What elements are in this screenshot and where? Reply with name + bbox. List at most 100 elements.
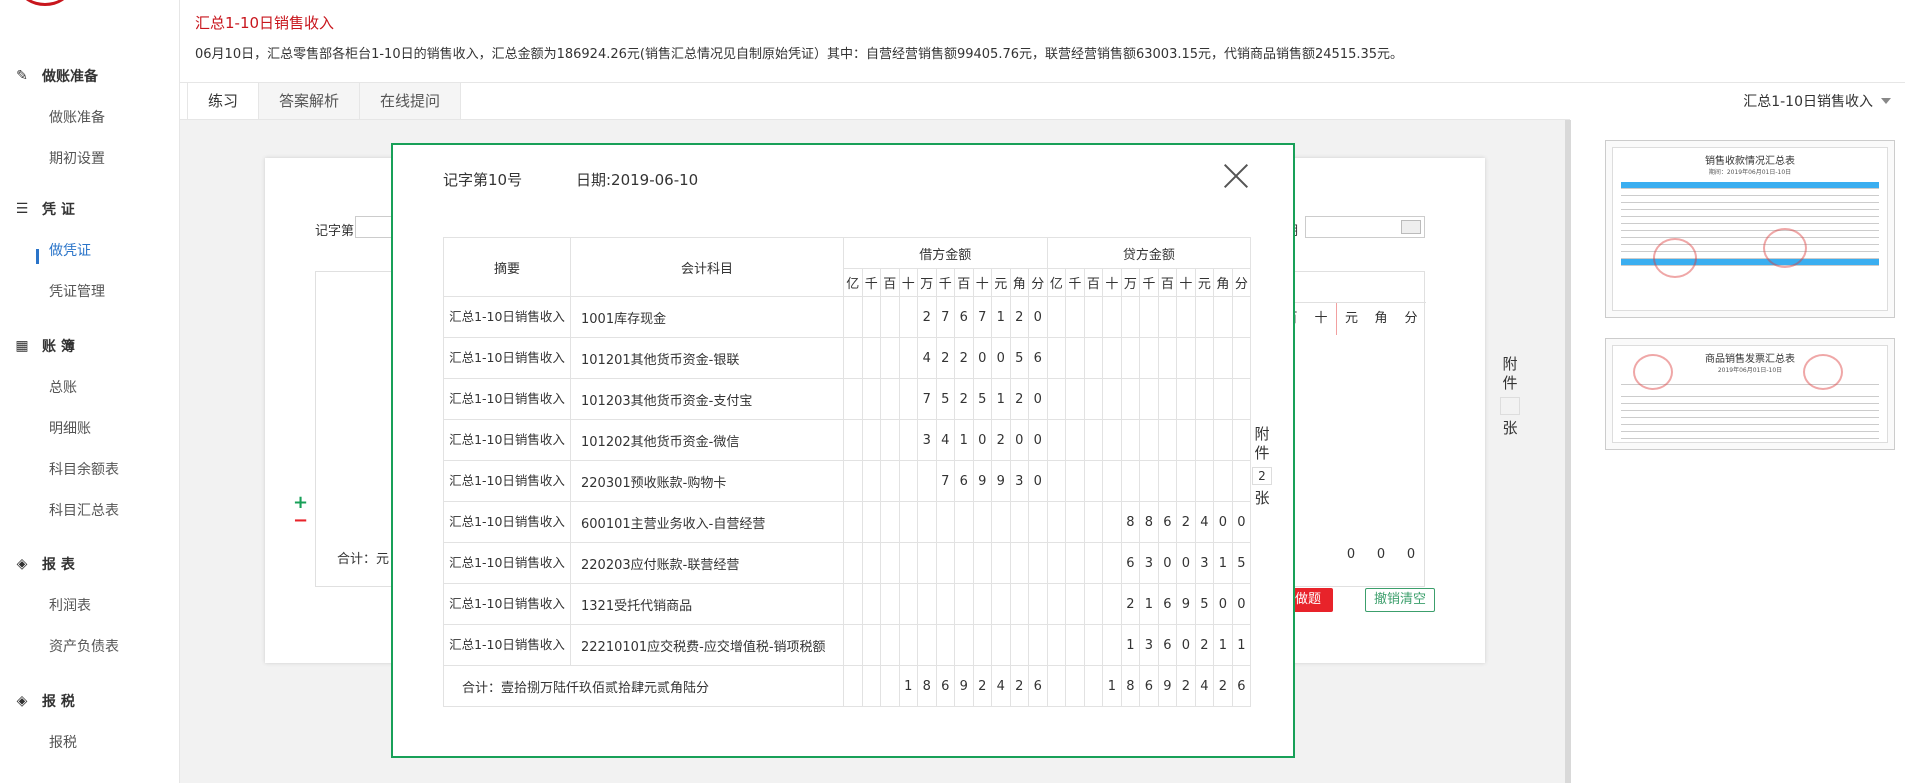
amount-digit: [1065, 337, 1085, 379]
attachment-count-input[interactable]: [1500, 397, 1520, 415]
amount-digit: [880, 665, 900, 707]
sidebar-section[interactable]: ✎ 做账准备: [14, 66, 98, 86]
digit-header: 十: [1102, 268, 1122, 297]
attachment-thumbnail[interactable]: 销售收款情况汇总表 期间：2019年06月01日-10日: [1605, 140, 1895, 318]
amount-digit: 4: [917, 337, 937, 379]
amount-digit: 0: [1176, 542, 1196, 584]
tab-ask[interactable]: 在线提问: [360, 82, 462, 120]
digit-header: 角: [1009, 268, 1029, 297]
amount-digit: 1: [1231, 624, 1252, 666]
sidebar-item[interactable]: 资产负债表: [49, 636, 119, 656]
amount-digit: [1157, 460, 1178, 502]
sidebar-item[interactable]: 总账: [49, 377, 77, 397]
amount-digit: [843, 378, 863, 420]
task-selector-value: 汇总1-10日销售收入: [1743, 94, 1873, 110]
amount-digit: 5: [972, 378, 992, 420]
entry-summary: 汇总1-10日销售收入: [443, 378, 571, 420]
amount-digit: 0: [972, 337, 992, 379]
remove-row-icon[interactable]: −: [293, 510, 308, 531]
amount-digit: 6: [1231, 665, 1252, 707]
amount-digit: 6: [935, 665, 955, 707]
task-selector[interactable]: 汇总1-10日销售收入: [1743, 91, 1891, 111]
entry-account: 22210101应交税费-应交增值税-销项税额: [570, 624, 844, 666]
sidebar-item[interactable]: 报税: [49, 732, 77, 752]
sidebar-item[interactable]: 利润表: [49, 595, 91, 615]
entry-summary: 汇总1-10日销售收入: [443, 583, 571, 625]
sidebar-item[interactable]: 科目余额表: [49, 459, 119, 479]
amount-digit: [1231, 296, 1252, 338]
amount-digit: 9: [972, 460, 992, 502]
app-root: ✎ 做账准备做账准备期初设置 ☰ 凭 证做凭证凭证管理 ▦ 账 簿总账明细账科目余额表科目…: [0, 0, 1905, 783]
amount-digit: 3: [917, 419, 937, 461]
amount-digit: [1009, 624, 1029, 666]
amount-digit: 6: [1157, 624, 1178, 666]
digit-header: 亿: [1046, 268, 1067, 297]
amount-digit: 3: [1139, 624, 1159, 666]
amount-digit: 1: [898, 665, 918, 707]
amount-digit: [1139, 460, 1159, 502]
amount-digit: 2: [1213, 665, 1233, 707]
clear-button[interactable]: 撤销清空: [1365, 588, 1435, 612]
thumbnail-subtitle: 期间：2019年06月01日-10日: [1708, 169, 1792, 176]
attachment-count: 附 件 2 张: [1252, 425, 1272, 508]
entry-account: 220203应付账款-联营经营: [570, 542, 844, 584]
amount-digit: [861, 665, 881, 707]
date-input[interactable]: [1305, 216, 1425, 238]
total-row: 合计：壹拾捌万陆仟玖佰贰拾肆元贰角陆分 1 8 6 9 2 4 2 6 1 8 6 9 2 4 2 6: [443, 665, 1252, 707]
sidebar-section[interactable]: ▦ 账 簿: [14, 336, 75, 356]
sidebar-item[interactable]: 做凭证: [49, 240, 91, 260]
amount-digit: [1176, 460, 1196, 502]
close-icon[interactable]: [1223, 163, 1249, 189]
amount-digit: [1120, 378, 1141, 420]
amount-digit: [861, 419, 881, 461]
entry-account: 101202其他货币资金-微信: [570, 419, 844, 461]
amount-digit: [1046, 624, 1067, 666]
amount-digit: 7: [935, 296, 955, 338]
amount-digit: 0: [1176, 624, 1196, 666]
sidebar-section[interactable]: ◈ 报 表: [14, 554, 75, 574]
amount-digit: [1139, 337, 1159, 379]
sidebar-item[interactable]: 做账准备: [49, 107, 105, 127]
amount-digit: 2: [1009, 378, 1029, 420]
attachment-thumbnail[interactable]: 商品销售发票汇总表 2019年06月01日-10日: [1605, 338, 1895, 450]
stamp: [1633, 354, 1673, 390]
amount-digit: [954, 501, 974, 543]
amount-digit: [935, 583, 955, 625]
amount-digit: 5: [1009, 337, 1029, 379]
entry-account: 101201其他货币资金-银联: [570, 337, 844, 379]
calendar-icon[interactable]: [1401, 220, 1421, 234]
sidebar-item[interactable]: 科目汇总表: [49, 500, 119, 520]
amount-digit: [843, 501, 863, 543]
tab-practice[interactable]: 练习: [187, 82, 260, 120]
voucher-no-input[interactable]: [355, 216, 395, 238]
digit-header: 分: [1404, 311, 1418, 326]
amount-digit: [1102, 419, 1122, 461]
amount-digit: [843, 337, 863, 379]
voucher-date: 日期:2019-06-10: [576, 171, 699, 189]
attachment-count-value: 2: [1252, 467, 1272, 485]
amount-digit: [1065, 501, 1085, 543]
amount-digit: 6: [954, 296, 974, 338]
amount-digit: [880, 501, 900, 543]
sidebar-item[interactable]: 明细账: [49, 418, 91, 438]
stamp: [1763, 228, 1807, 268]
amount-digit: 2: [1176, 501, 1196, 543]
sidebar-item[interactable]: 期初设置: [49, 148, 105, 168]
sidebar-section[interactable]: ☰ 凭 证: [14, 199, 75, 219]
amount-digit: 1: [1102, 665, 1122, 707]
sidebar-item[interactable]: 凭证管理: [49, 281, 105, 301]
amount-digit: 9: [1176, 583, 1196, 625]
amount-digit: [1083, 542, 1104, 584]
amount-digit: 6: [1157, 501, 1178, 543]
calendar-icon: ▦: [15, 338, 29, 354]
voucher-preview-dialog: 记字第10号 日期:2019-06-10 摘要 会计科目 借方金额 贷方金额 亿…: [391, 143, 1295, 758]
amount-digit: [1028, 542, 1048, 584]
sidebar-section[interactable]: ◈ 报 税: [14, 691, 75, 711]
amount-digit: [1083, 460, 1104, 502]
digit-header: 百: [1083, 268, 1104, 297]
amount-digit: [1231, 337, 1252, 379]
amount-digit: [1065, 665, 1085, 707]
amount-digit: [1157, 337, 1178, 379]
total-label: 合计：元: [337, 552, 390, 567]
tab-answer[interactable]: 答案解析: [259, 82, 361, 120]
